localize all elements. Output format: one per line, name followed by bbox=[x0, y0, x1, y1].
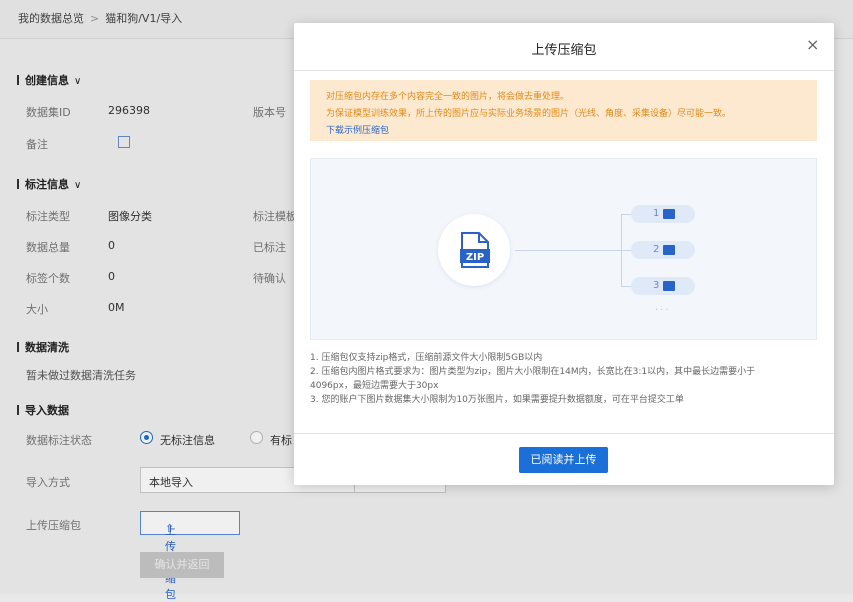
download-sample-link[interactable]: 下载示例压缩包 bbox=[326, 123, 389, 136]
rule-3: 3. 您的账户下图片数据集大小限制为10万张图片，如果需要提升数据额度，可在平台… bbox=[310, 395, 684, 405]
zip-file-icon: ZIP bbox=[460, 232, 490, 268]
rule-2-cont: 4096px，最短边需要大于30px bbox=[310, 381, 439, 391]
read-and-upload-button[interactable]: 已阅读并上传 bbox=[519, 447, 608, 473]
image-icon bbox=[663, 281, 675, 291]
image-icon bbox=[663, 245, 675, 255]
diagram-image-item-3: 3 bbox=[631, 277, 695, 295]
notice-line-2: 为保证模型训练效果，所上传的图片应与实际业务场景的图片（光线、角度、采集设备）尽… bbox=[326, 109, 732, 119]
upload-modal: 上传压缩包 × 对压缩包内存在多个内容完全一致的图片，将会做去重处理。 为保证模… bbox=[294, 23, 834, 485]
notice-line-1: 对压缩包内存在多个内容完全一致的图片，将会做去重处理。 bbox=[326, 92, 570, 102]
notice-box: 对压缩包内存在多个内容完全一致的图片，将会做去重处理。 为保证模型训练效果，所上… bbox=[310, 80, 817, 141]
rule-1: 1. 压缩包仅支持zip格式，压缩前源文件大小限制5GB以内 bbox=[310, 353, 543, 363]
diagram-image-item-2: 2 bbox=[631, 241, 695, 259]
svg-text:ZIP: ZIP bbox=[466, 252, 484, 263]
close-icon[interactable]: × bbox=[806, 37, 819, 53]
image-icon bbox=[663, 209, 675, 219]
diagram-image-item-1: 1 bbox=[631, 205, 695, 223]
more-dots: ··· bbox=[655, 305, 671, 316]
rule-2: 2. 压缩包内图片格式要求为：图片类型为zip，图片大小限制在14M内，长宽比在… bbox=[310, 367, 756, 377]
zip-diagram: ZIP 1 2 3 ··· bbox=[310, 158, 817, 340]
rules-text: 1. 压缩包仅支持zip格式，压缩前源文件大小限制5GB以内 2. 压缩包内图片… bbox=[310, 351, 810, 407]
modal-title: 上传压缩包 bbox=[531, 43, 597, 58]
